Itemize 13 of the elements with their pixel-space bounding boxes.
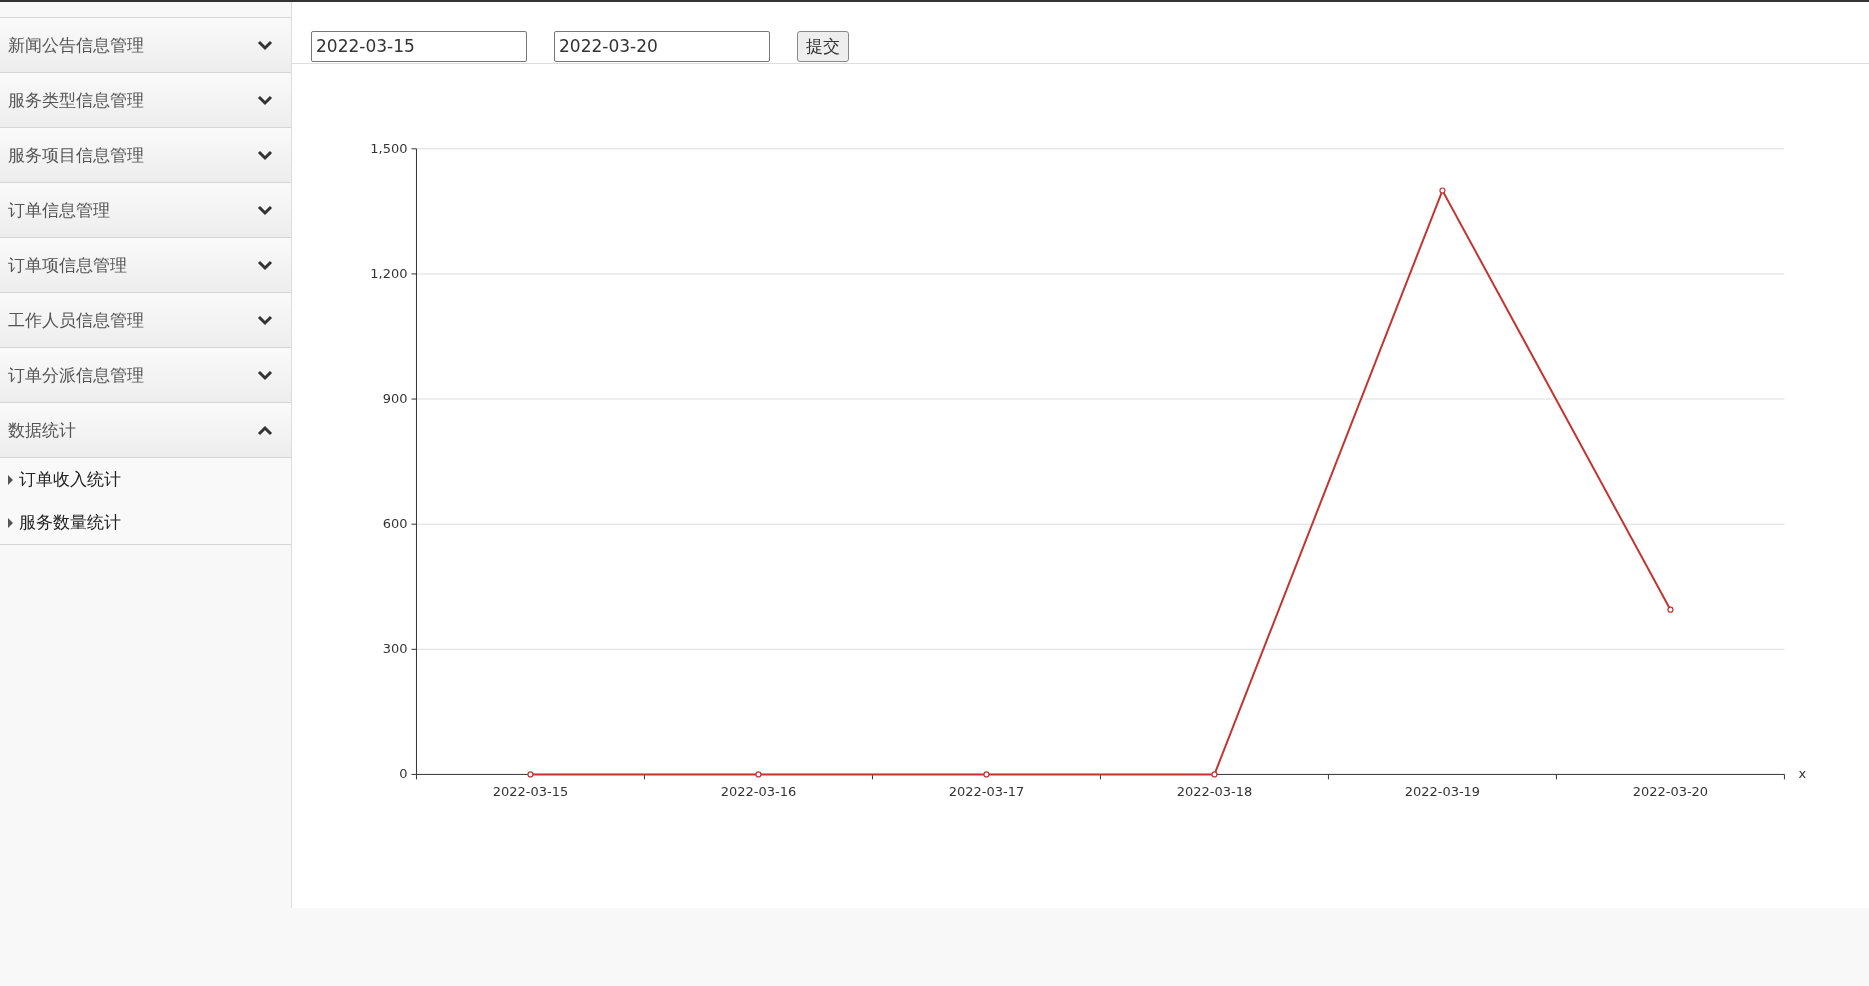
y-tick-label: 0 (399, 766, 408, 782)
y-tick-label: 1,200 (370, 265, 408, 281)
x-tick-label: 2022-03-20 (1632, 784, 1709, 800)
x-tick-label: 2022-03-16 (720, 784, 797, 800)
y-tick-label: 1,500 (370, 140, 408, 156)
y-tick-label: 900 (382, 390, 408, 406)
y-tick-label: 600 (382, 516, 408, 532)
x-tick-label: 2022-03-19 (1404, 784, 1481, 800)
x-tick-label: 2022-03-15 (492, 784, 569, 800)
y-tick-label: 300 (382, 641, 408, 657)
x-axis-label: x (1798, 766, 1807, 782)
x-tick-label: 2022-03-17 (948, 784, 1025, 800)
x-tick-label: 2022-03-18 (1176, 784, 1253, 800)
